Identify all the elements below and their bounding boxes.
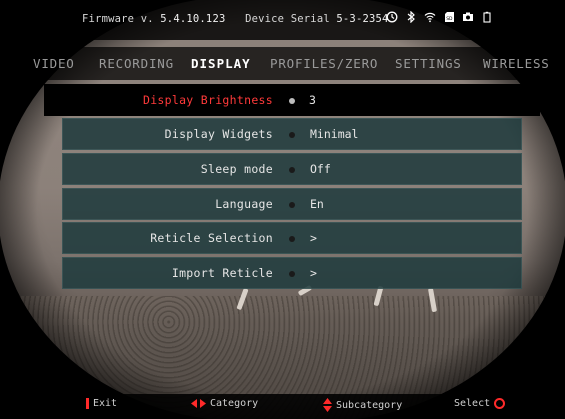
select-button-icon (494, 398, 506, 409)
tab-display[interactable]: DISPLAY (191, 56, 251, 71)
menu-item-sleep-mode[interactable]: Sleep mode Off (62, 153, 522, 185)
status-icons: SD (386, 11, 493, 23)
menu-item-label: Language (215, 197, 273, 211)
menu-item-separator-dot (289, 271, 295, 277)
up-down-arrows-icon (323, 398, 332, 412)
firmware-version: 5.4.10.123 (160, 13, 226, 25)
menu-item-display-brightness[interactable]: Display Brightness 3 (44, 84, 540, 116)
menu-item-value: 3 (309, 93, 316, 107)
tab-wireless[interactable]: WIRELESS (483, 56, 550, 71)
chevron-right-icon: > (310, 266, 317, 280)
chevron-right-icon: > (310, 231, 317, 245)
menu-item-label: Import Reticle (171, 266, 273, 280)
tab-video[interactable]: VIDEO (33, 56, 75, 71)
menu-item-separator-dot (289, 132, 295, 138)
menu-item-label: Sleep mode (200, 162, 273, 176)
menu-item-import-reticle[interactable]: Import Reticle > (62, 257, 522, 289)
serial-value: 5-3-2354 (336, 13, 389, 25)
menu-item-separator-dot (289, 98, 295, 104)
hint-subcategory-label: Subcategory (336, 399, 403, 411)
menu-item-language[interactable]: Language En (62, 188, 522, 220)
hint-category: Category (191, 398, 258, 409)
hint-exit-label: Exit (93, 398, 118, 409)
tab-recording[interactable]: RECORDING (99, 56, 174, 71)
device-info: Firmware v. 5.4.10.123 Device Serial 5-3… (82, 13, 389, 25)
menu-item-reticle-selection[interactable]: Reticle Selection > (62, 222, 522, 254)
menu-item-value: Off (310, 162, 331, 176)
tab-settings[interactable]: SETTINGS (395, 56, 462, 71)
menu-item-value: En (310, 197, 324, 211)
hint-select: Select (454, 398, 506, 409)
menu-item-label: Display Widgets (164, 127, 273, 141)
timer-icon (386, 11, 398, 23)
battery-icon (481, 11, 493, 23)
tab-profiles-zero[interactable]: PROFILES/ZERO (270, 56, 378, 71)
menu-item-separator-dot (289, 236, 295, 242)
hint-category-label: Category (210, 398, 259, 409)
bluetooth-icon (405, 11, 417, 23)
exit-button-icon (86, 398, 89, 409)
camera-icon (462, 11, 474, 23)
wifi-icon (424, 11, 436, 23)
sd-card-icon: SD (443, 11, 455, 23)
hint-select-label: Select (454, 398, 491, 409)
menu-item-display-widgets[interactable]: Display Widgets Minimal (62, 118, 522, 150)
menu-item-label: Display Brightness (142, 93, 273, 107)
serial-label: Device Serial (245, 13, 330, 25)
hint-exit: Exit (86, 398, 117, 409)
hint-subcategory: Subcategory (323, 398, 402, 412)
firmware-label: Firmware v. (82, 13, 154, 25)
menu-item-separator-dot (289, 202, 295, 208)
menu-item-label: Reticle Selection (150, 231, 273, 245)
menu-item-separator-dot (289, 167, 295, 173)
menu-item-value: Minimal (310, 127, 359, 141)
svg-text:SD: SD (446, 16, 453, 22)
left-right-arrows-icon (191, 399, 206, 408)
